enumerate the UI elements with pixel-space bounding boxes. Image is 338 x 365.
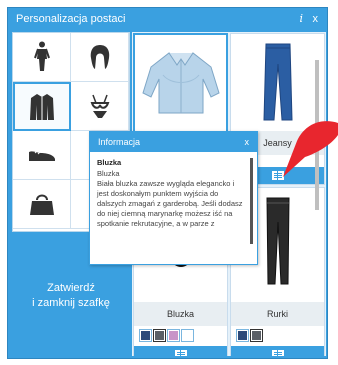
shoes-icon: [28, 150, 55, 161]
bikini-icon: [90, 94, 109, 118]
color-swatch[interactable]: [139, 329, 152, 342]
category-swimwear[interactable]: [71, 82, 129, 131]
jacket-icon: [30, 93, 54, 120]
body-icon: [33, 41, 50, 71]
color-swatches: [139, 329, 194, 342]
popup-item-name: Bluzka: [97, 158, 122, 167]
item-details-button[interactable]: [231, 346, 324, 356]
info-popup: Informacja x Bluzka Bluzka Biała bluzka …: [89, 131, 258, 265]
popup-scrollbar[interactable]: [250, 158, 253, 244]
popup-close-icon[interactable]: x: [245, 132, 250, 152]
popup-title: Informacja: [98, 137, 141, 147]
category-jackets[interactable]: [13, 82, 71, 131]
shirt-item-icon: [135, 35, 226, 131]
color-swatch[interactable]: [250, 329, 263, 342]
color-swatch[interactable]: [167, 329, 180, 342]
category-bags[interactable]: [13, 180, 71, 229]
popup-subtitle: Bluzka: [97, 169, 120, 178]
color-swatch[interactable]: [181, 329, 194, 342]
close-icon[interactable]: x: [313, 8, 319, 30]
info-icon[interactable]: i: [299, 8, 303, 30]
details-icon: [174, 349, 187, 356]
popup-header: Informacja x: [90, 132, 257, 152]
popup-description: Biała bluzka zawsze wygląda elegancko i …: [97, 179, 243, 228]
details-icon: [271, 349, 284, 356]
color-swatch[interactable]: [236, 329, 249, 342]
window-title: Personalizacja postaci: [16, 13, 126, 25]
confirm-label-line1: Zatwierdź: [47, 281, 95, 294]
item-name: Bluzka: [134, 302, 227, 326]
color-swatches: [236, 329, 263, 342]
color-swatch[interactable]: [153, 329, 166, 342]
item-details-button[interactable]: [134, 346, 227, 356]
confirm-label-line2: i zamknij szafkę: [32, 296, 110, 309]
category-hair[interactable]: [71, 33, 129, 82]
bag-icon: [29, 194, 54, 215]
details-icon: [271, 171, 284, 180]
item-name: Rurki: [231, 302, 324, 326]
pointer-marker-icon: [283, 113, 338, 188]
category-body[interactable]: [13, 33, 71, 82]
hair-icon: [90, 45, 109, 69]
window-titlebar: Personalizacja postaci i x: [8, 8, 327, 30]
popup-body: Bluzka Bluzka Biała bluzka zawsze wygląd…: [97, 158, 245, 229]
category-shoes[interactable]: [13, 131, 71, 180]
